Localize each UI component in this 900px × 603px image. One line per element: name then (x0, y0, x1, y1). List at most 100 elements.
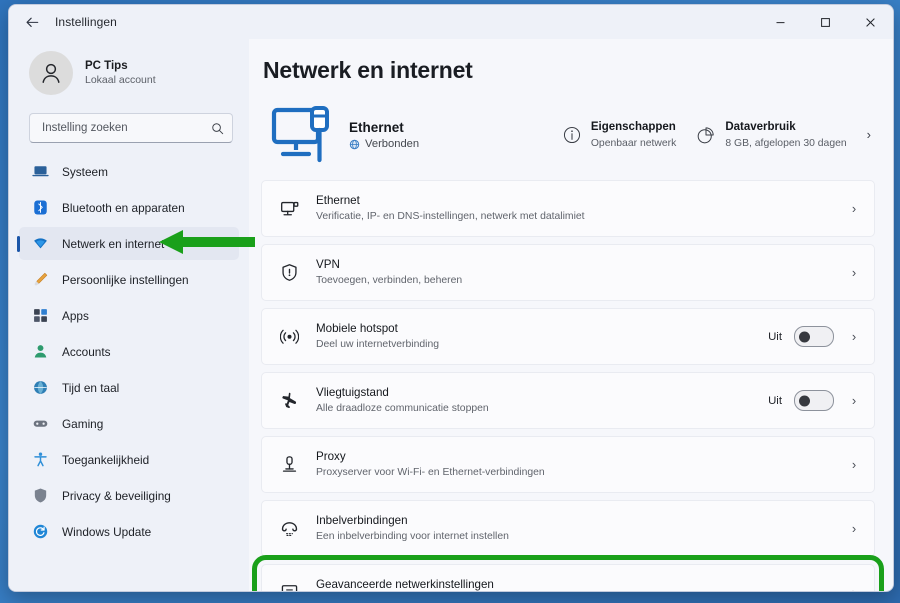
properties-action[interactable]: Eigenschappen Openbaar netwerk (552, 114, 686, 156)
account-type: Lokaal account (85, 74, 156, 87)
system-laptop-icon (31, 163, 49, 181)
sidebar-item-gaming[interactable]: Gaming (19, 407, 239, 440)
network-wifi-icon (31, 235, 49, 253)
toggle-switch[interactable] (794, 390, 834, 411)
settings-row-inbelverbindingen[interactable]: Inbelverbindingen Een inbelverbinding voo… (261, 500, 875, 557)
hotspot-broadcast-icon (278, 327, 300, 346)
avatar (29, 51, 73, 95)
settings-row-mobiele-hotspot[interactable]: Mobiele hotspot Deel uw internetverbindin… (261, 308, 875, 365)
main-pane: Netwerk en internet Ethernet Verbonden E… (249, 39, 893, 591)
account-name: PC Tips (85, 59, 128, 72)
chevron-right-icon[interactable]: › (846, 585, 862, 591)
sidebar-item-label: Tijd en taal (62, 380, 120, 395)
sidebar-item-persoonlijke-instellingen[interactable]: Persoonlijke instellingen (19, 263, 239, 296)
accounts-person-icon (31, 343, 49, 361)
accessibility-person-icon (31, 451, 49, 469)
search-input[interactable] (40, 121, 211, 135)
sidebar-item-privacy-beveiliging[interactable]: Privacy & beveiliging (19, 479, 239, 512)
properties-title: Eigenschappen (590, 120, 676, 133)
info-circle-icon (562, 125, 582, 145)
row-controls: › (846, 201, 862, 216)
row-title: Vliegtuigstand (316, 386, 389, 400)
minimize-button[interactable] (758, 5, 803, 39)
settings-row-vpn[interactable]: VPN Toevoegen, verbinden, beheren › (261, 244, 875, 301)
proxy-icon (278, 455, 300, 474)
bluetooth-icon (31, 199, 49, 217)
settings-row-geavanceerde-netwerkinstellingen[interactable]: Geavanceerde netwerkinstellingenAlle net… (252, 555, 884, 591)
personalization-brush-icon (31, 271, 49, 289)
toggle-state-label: Uit (768, 394, 782, 407)
sidebar-item-systeem[interactable]: Systeem (19, 155, 239, 188)
toggle-knob (799, 331, 810, 342)
dialup-phone-icon (278, 519, 300, 538)
row-subtitle: Verificatie, IP- en DNS-instellingen, ne… (316, 211, 585, 223)
row-controls: › (846, 457, 862, 472)
sidebar-item-accounts[interactable]: Accounts (19, 335, 239, 368)
account-summary[interactable]: PC Tips Lokaal account (9, 39, 249, 107)
row-title: Mobiele hotspot (316, 322, 398, 336)
row-title: VPN (316, 258, 340, 272)
properties-subtitle: Openbaar netwerk (590, 137, 677, 149)
time-language-globe-icon (31, 379, 49, 397)
chevron-right-icon[interactable]: › (846, 457, 862, 472)
chevron-right-icon[interactable]: › (846, 393, 862, 408)
window-title: Instellingen (55, 15, 117, 29)
sidebar-item-label: Bluetooth en apparaten (62, 200, 185, 215)
row-subtitle: Deel uw internetverbinding (316, 339, 440, 351)
advanced-network-icon (278, 583, 300, 591)
data-usage-pie-icon (696, 125, 716, 145)
window-controls (758, 5, 893, 39)
apps-grid-icon (31, 307, 49, 325)
sidebar-item-label: Gaming (62, 416, 104, 431)
hero-status-label: Verbonden (365, 138, 420, 150)
sidebar: PC Tips Lokaal account Systeem Bluetooth … (9, 39, 249, 591)
chevron-right-icon[interactable]: › (846, 521, 862, 536)
row-title: Proxy (316, 450, 346, 464)
search-box[interactable] (29, 113, 233, 143)
chevron-right-icon[interactable]: › (846, 201, 862, 216)
row-subtitle: Een inbelverbinding voor internet instel… (316, 531, 509, 543)
hero-chevron-icon[interactable]: › (857, 127, 875, 142)
close-button[interactable] (848, 5, 893, 39)
title-bar: Instellingen (9, 5, 893, 39)
privacy-shield-icon (31, 487, 49, 505)
vpn-shield-icon (278, 263, 300, 282)
row-controls: › (846, 521, 862, 536)
chevron-right-icon[interactable]: › (846, 265, 862, 280)
settings-row-ethernet[interactable]: Ethernet Verificatie, IP- en DNS-instelli… (261, 180, 875, 237)
hero-network-name: Ethernet (349, 120, 404, 135)
data-usage-subtitle: 8 GB, afgelopen 30 dagen (725, 137, 847, 149)
sidebar-item-bluetooth-en-apparaten[interactable]: Bluetooth en apparaten (19, 191, 239, 224)
data-usage-action[interactable]: Dataverbruik 8 GB, afgelopen 30 dagen (686, 114, 856, 156)
row-title: Ethernet (316, 194, 360, 208)
sidebar-item-label: Netwerk en internet (62, 236, 165, 251)
maximize-button[interactable] (803, 5, 848, 39)
hero-actions: Eigenschappen Openbaar netwerk Dataverbr… (552, 114, 875, 156)
row-title: Inbelverbindingen (316, 514, 408, 528)
ethernet-port-icon (278, 199, 300, 218)
gaming-controller-icon (31, 415, 49, 433)
hero-status: Verbonden (349, 138, 419, 150)
chevron-right-icon[interactable]: › (846, 329, 862, 344)
settings-row-proxy[interactable]: Proxy Proxyserver voor Wi-Fi- en Ethernet… (261, 436, 875, 493)
settings-row-vliegtuigstand[interactable]: Vliegtuigstand Alle draadloze communicati… (261, 372, 875, 429)
sidebar-item-tijd-en-taal[interactable]: Tijd en taal (19, 371, 239, 404)
sidebar-item-label: Persoonlijke instellingen (62, 272, 189, 287)
sidebar-item-apps[interactable]: Apps (19, 299, 239, 332)
network-hero: Ethernet Verbonden Eigenschappen Openbaa… (263, 98, 875, 172)
sidebar-item-label: Windows Update (62, 524, 152, 539)
sidebar-nav: Systeem Bluetooth en apparaten Netwerk en … (9, 153, 249, 548)
row-controls: Uit › (768, 390, 862, 411)
row-subtitle: Toevoegen, verbinden, beheren (316, 275, 463, 287)
row-controls: › (846, 265, 862, 280)
sidebar-item-label: Systeem (62, 164, 108, 179)
sidebar-item-netwerk-en-internet[interactable]: Netwerk en internet (19, 227, 239, 260)
sidebar-item-toegankelijkheid[interactable]: Toegankelijkheid (19, 443, 239, 476)
airplane-icon (278, 391, 300, 410)
settings-window: Instellingen PC Tips Lokaal account Inst… (8, 4, 894, 592)
windows-update-icon (31, 523, 49, 541)
sidebar-item-windows-update[interactable]: Windows Update (19, 515, 239, 548)
toggle-switch[interactable] (794, 326, 834, 347)
back-button[interactable] (15, 7, 49, 37)
search-container (9, 107, 249, 153)
